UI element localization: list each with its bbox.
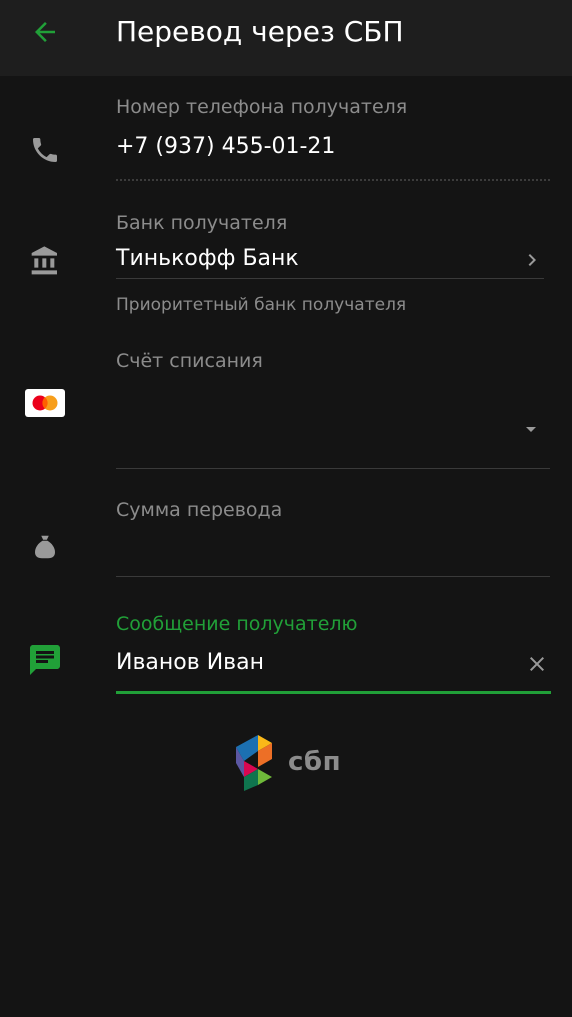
back-arrow-icon[interactable]	[30, 17, 60, 47]
phone-label: Номер телефона получателя	[116, 96, 408, 118]
account-select[interactable]	[116, 380, 550, 466]
phone-underline	[116, 179, 550, 181]
sbp-logo-icon	[236, 735, 272, 791]
account-label: Счёт списания	[116, 350, 263, 372]
phone-input[interactable]: +7 (937) 455-01-21	[116, 134, 335, 159]
back-button[interactable]	[22, 12, 68, 52]
card-icon-wrap	[22, 380, 68, 426]
bank-icon-wrap	[22, 238, 68, 284]
bag-icon-wrap	[22, 524, 68, 570]
bank-hint: Приоритетный банк получателя	[116, 295, 407, 315]
amount-underline	[116, 576, 550, 577]
amount-input[interactable]	[116, 528, 550, 574]
phone-icon	[33, 138, 57, 162]
message-icon	[30, 645, 60, 675]
bank-value: Тинькофф Банк	[116, 246, 299, 271]
bank-label: Банк получателя	[116, 212, 288, 234]
page-title: Перевод через СБП	[116, 15, 404, 48]
phone-icon-wrap	[22, 127, 68, 173]
message-input[interactable]: Иванов Иван	[116, 650, 264, 675]
message-underline	[116, 691, 551, 694]
bank-icon	[31, 246, 57, 275]
bank-select[interactable]: Тинькофф Банк	[116, 240, 546, 276]
message-icon-wrap	[22, 637, 68, 683]
bank-underline	[116, 278, 544, 279]
account-underline	[116, 468, 550, 469]
sbp-logo-text: сбп	[288, 747, 342, 777]
app-header: Перевод через СБП	[0, 0, 572, 76]
dropdown-arrow-icon[interactable]	[519, 417, 543, 441]
chevron-right-icon[interactable]	[520, 248, 544, 272]
sbp-logo: сбп	[234, 732, 344, 792]
clear-icon[interactable]	[525, 652, 549, 676]
amount-label: Сумма перевода	[116, 499, 283, 521]
message-label: Сообщение получателю	[116, 613, 358, 635]
mastercard-icon	[25, 389, 65, 417]
money-bag-icon	[35, 535, 55, 559]
